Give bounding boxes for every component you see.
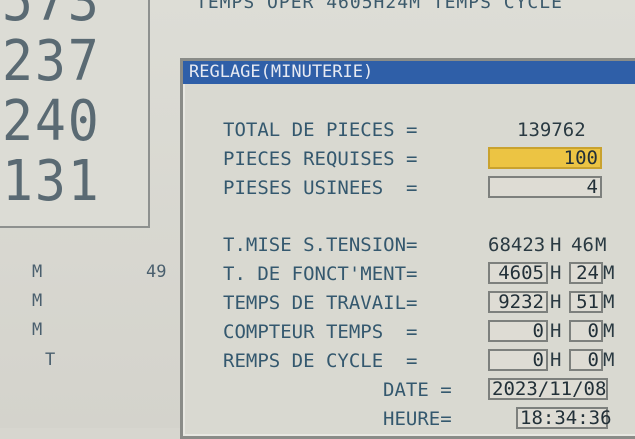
pieces-usinees-field[interactable]: 4 [488,176,602,198]
unit-h: H [550,320,562,342]
status-header: TEMPS OPER 4605H24M TEMPS CYCLE [196,0,563,13]
pieces-requises-field[interactable]: 100 [488,147,602,169]
fonctionnement-hours-field[interactable]: 4605 [488,262,548,284]
unit-m: M [603,291,615,313]
unit-m: M [603,262,615,284]
cycle-hours-field[interactable]: 0 [488,349,548,371]
cycle-minutes-field[interactable]: 0 [569,349,603,371]
mise-tension-label: T.MISE S.TENSION= [223,234,418,256]
unit-h: H [550,291,562,313]
coordinate-z: 240 [2,89,101,154]
date-field[interactable]: 2023/11/08 [488,378,608,400]
compteur-minutes-field[interactable]: 0 [569,320,603,342]
mise-tension-minutes: 46 [571,234,594,256]
pieces-usinees-label: PIESES USINEES = [223,177,418,199]
tcode-label: T [45,350,56,370]
unit-h: H [550,262,562,284]
coordinate-panel: 573 237 240 131 [0,0,150,228]
unit-h: H [550,349,562,371]
timer-settings-dialog: REGLAGE(MINUTERIE) TOTAL DE PIECES = 139… [180,58,635,439]
coordinate-y: 237 [2,29,101,94]
compteur-hours-field[interactable]: 0 [488,320,548,342]
mcode-label: M [32,291,43,311]
cycle-label: REMPS DE CYCLE = [223,350,418,372]
travail-label: TEMPS DE TRAVAIL= [223,292,418,314]
mise-tension-hours: 68423 [488,234,546,256]
unit-m: M [595,234,607,256]
coordinate-4: 131 [2,149,101,214]
total-pieces-value: 139762 [517,119,586,141]
mcode-value: 49 [146,262,167,282]
travail-minutes-field[interactable]: 51 [569,291,603,313]
travail-hours-field[interactable]: 9232 [488,291,548,313]
unit-h: H [550,234,562,256]
date-label: DATE = [383,379,452,401]
coordinate-x: 573 [2,0,101,34]
pieces-requises-label: PIECES REQUISES = [223,148,418,170]
mcode-label: M [32,262,43,282]
unit-m: M [603,349,615,371]
fonctionnement-label: T. DE FONCT'MENT= [223,263,418,285]
heure-field[interactable]: 18:34:36 [516,407,612,429]
compteur-label: COMPTEUR TEMPS = [223,321,418,343]
mcode-label: M [32,320,43,340]
total-pieces-label: TOTAL DE PIECES = [223,119,418,141]
unit-m: M [603,320,615,342]
fonctionnement-minutes-field[interactable]: 24 [569,262,603,284]
heure-label: HEURE= [383,408,452,430]
dialog-title: REGLAGE(MINUTERIE) [183,61,635,84]
